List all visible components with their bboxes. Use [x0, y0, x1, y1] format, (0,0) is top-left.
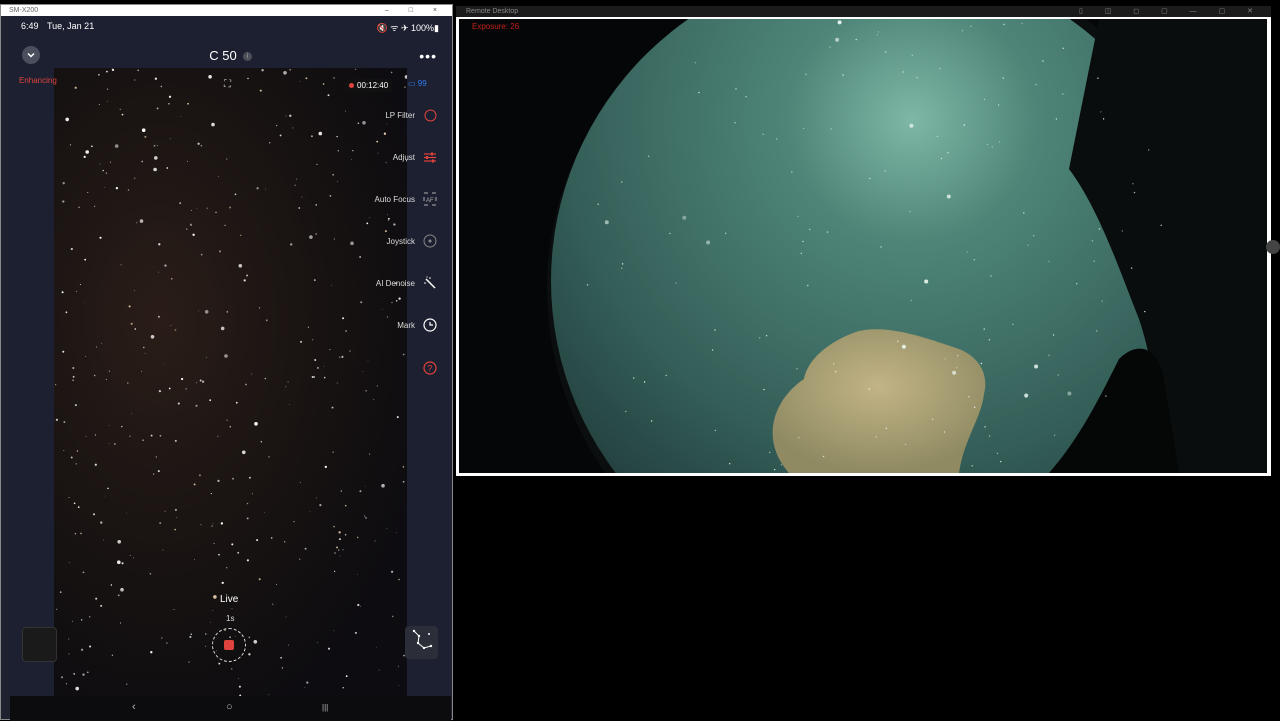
- allsky-window-titlebar[interactable]: Remote Desktop ▯ ◫ ◻ ▢ — ▢ ✕: [456, 6, 1271, 17]
- tool-auto-focus[interactable]: Auto Focus AF: [375, 192, 437, 206]
- phone-window-controls[interactable]: – □ ×: [385, 5, 446, 16]
- constellation-button[interactable]: [405, 626, 438, 659]
- tool-label: Adjust: [392, 152, 415, 162]
- tool-joystick[interactable]: Joystick: [387, 234, 437, 248]
- tool-adjust[interactable]: Adjust: [393, 150, 437, 164]
- capture-mode-label[interactable]: Live: [220, 594, 238, 605]
- page-title: C 50 i: [10, 48, 451, 63]
- circle-outline-icon: [423, 108, 437, 122]
- nav-recents-button[interactable]: |||: [322, 703, 328, 712]
- split-handle[interactable]: [1266, 240, 1280, 254]
- exposure-overlay: Exposure: 26: [472, 22, 520, 31]
- enhancing-status: Enhancing: [19, 76, 57, 85]
- nav-back-button[interactable]: ‹: [132, 701, 136, 713]
- tool-label: Auto Focus: [374, 194, 415, 204]
- svg-text:AF: AF: [426, 198, 434, 204]
- battery-value: 99: [417, 79, 427, 88]
- tool-label: LP Filter: [385, 110, 415, 120]
- nav-home-button[interactable]: ○: [226, 701, 233, 713]
- recording-time: 00:12:40: [357, 81, 389, 90]
- android-nav-bar: ‹ ○ |||: [10, 696, 451, 721]
- battery-icon: ▭: [408, 79, 416, 88]
- target-icon: [423, 318, 437, 332]
- tool-lp-filter[interactable]: LP Filter: [385, 108, 437, 122]
- allsky-window-title: Remote Desktop: [466, 8, 519, 15]
- status-date: Tue, Jan 21: [47, 21, 95, 31]
- allsky-image: Exposure: 26: [459, 19, 1267, 473]
- status-time: 6:49: [21, 21, 39, 31]
- stop-capture-button[interactable]: [212, 628, 246, 662]
- sliders-icon: [423, 150, 437, 164]
- status-indicators: 🔇 ᯤ ✈ 100%▮: [376, 23, 439, 33]
- magic-wand-icon: [423, 276, 437, 290]
- exposure-time-label[interactable]: 1s: [226, 614, 234, 623]
- phone-window-titlebar[interactable]: SM-X200 – □ ×: [1, 5, 452, 16]
- tool-ai-denoise[interactable]: AI Denoise: [376, 276, 437, 290]
- phone-mirror-window: SM-X200 – □ × 6:49 Tue, Jan 21 🔇 ᯤ ✈ 100…: [0, 4, 453, 721]
- recording-timer: 00:12:40: [345, 79, 393, 92]
- svg-text:?: ?: [427, 364, 432, 374]
- tool-label: Joystick: [386, 236, 415, 246]
- tool-help[interactable]: ?: [415, 361, 437, 375]
- status-bar: 6:49 Tue, Jan 21 🔇 ᯤ ✈ 100%▮: [10, 16, 451, 36]
- stop-icon: [224, 640, 234, 650]
- app-header: C 50 i •••: [10, 36, 451, 72]
- info-icon[interactable]: i: [242, 52, 252, 62]
- phone-screen: 6:49 Tue, Jan 21 🔇 ᯤ ✈ 100%▮ C 50 i ••• E…: [10, 16, 451, 721]
- fisheye-sky: Exposure: 26: [459, 19, 1267, 473]
- scope-battery: ▭ 99: [408, 79, 427, 88]
- target-name: C 50: [209, 48, 237, 63]
- allsky-camera-window: Remote Desktop ▯ ◫ ◻ ▢ — ▢ ✕ Exposure: 2…: [456, 6, 1271, 476]
- tool-label: AI Denoise: [375, 278, 415, 288]
- more-options-button[interactable]: •••: [419, 48, 437, 64]
- allsky-window-controls[interactable]: ▯ ◫ ◻ ▢ — ▢ ✕: [1079, 6, 1263, 17]
- af-icon: AF: [423, 192, 437, 206]
- fullscreen-icon[interactable]: ⛶: [224, 79, 231, 90]
- joystick-icon: [423, 234, 437, 248]
- phone-window-title: SM-X200: [9, 7, 39, 14]
- tool-mark[interactable]: Mark: [397, 318, 437, 332]
- tool-label: Mark: [397, 320, 415, 330]
- gallery-thumbnail[interactable]: [22, 627, 57, 662]
- constellation-icon: [412, 629, 433, 650]
- help-icon: ?: [423, 361, 437, 375]
- record-dot-icon: [349, 83, 354, 88]
